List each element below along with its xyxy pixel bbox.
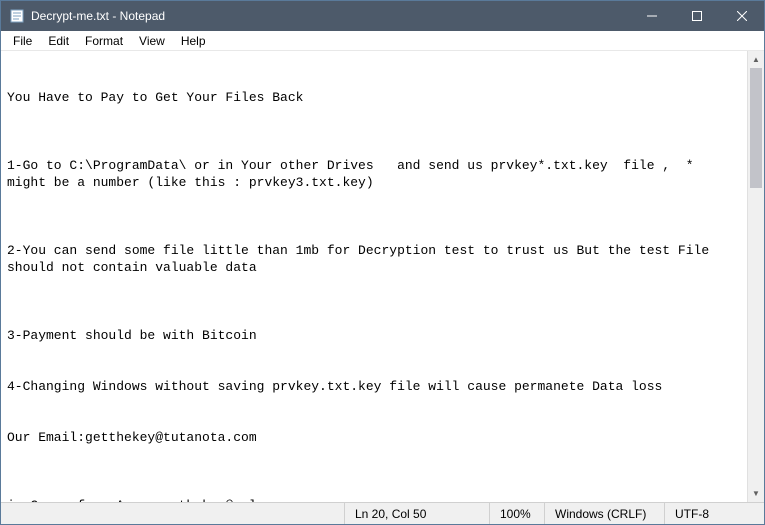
menu-view[interactable]: View bbox=[131, 32, 173, 50]
text-editor[interactable]: You Have to Pay to Get Your Files Back 1… bbox=[1, 51, 747, 502]
status-position: Ln 20, Col 50 bbox=[344, 503, 489, 524]
content-area: You Have to Pay to Get Your Files Back 1… bbox=[1, 51, 764, 502]
window-controls bbox=[629, 1, 764, 31]
scroll-thumb[interactable] bbox=[750, 68, 762, 188]
minimize-button[interactable] bbox=[629, 1, 674, 31]
scroll-up-arrow[interactable]: ▲ bbox=[748, 51, 764, 68]
status-zoom[interactable]: 100% bbox=[489, 503, 544, 524]
window-title: Decrypt-me.txt - Notepad bbox=[31, 9, 629, 23]
menu-file[interactable]: File bbox=[5, 32, 40, 50]
notepad-icon bbox=[9, 8, 25, 24]
close-button[interactable] bbox=[719, 1, 764, 31]
vertical-scrollbar[interactable]: ▲ ▼ bbox=[747, 51, 764, 502]
statusbar: Ln 20, Col 50 100% Windows (CRLF) UTF-8 bbox=[1, 502, 764, 524]
scroll-down-arrow[interactable]: ▼ bbox=[748, 485, 764, 502]
menu-help[interactable]: Help bbox=[173, 32, 214, 50]
status-eol: Windows (CRLF) bbox=[544, 503, 664, 524]
titlebar: Decrypt-me.txt - Notepad bbox=[1, 1, 764, 31]
menubar: File Edit Format View Help bbox=[1, 31, 764, 51]
menu-edit[interactable]: Edit bbox=[40, 32, 77, 50]
menu-format[interactable]: Format bbox=[77, 32, 131, 50]
maximize-button[interactable] bbox=[674, 1, 719, 31]
status-encoding: UTF-8 bbox=[664, 503, 764, 524]
